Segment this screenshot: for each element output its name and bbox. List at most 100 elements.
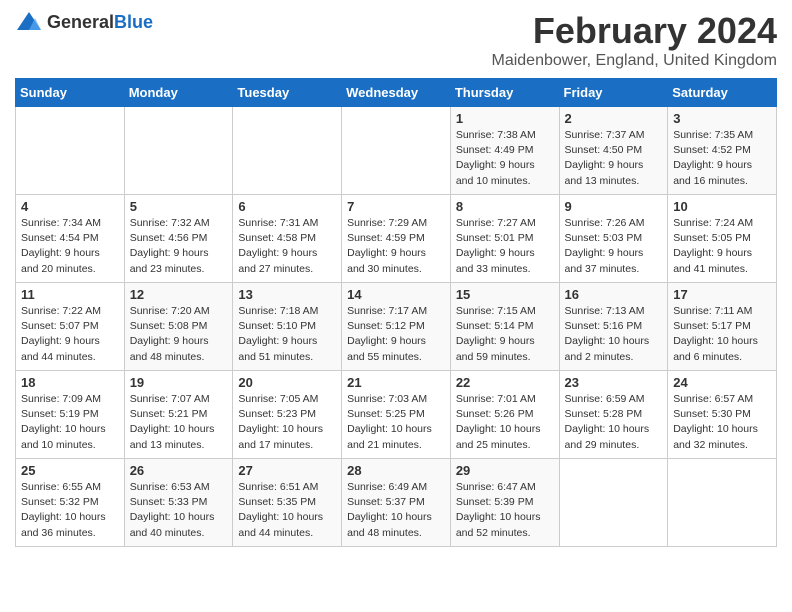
day-number: 24	[673, 375, 771, 390]
day-cell: 16 Sunrise: 7:13 AMSunset: 5:16 PMDayligh…	[559, 283, 668, 371]
day-info: Sunrise: 7:29 AMSunset: 4:59 PMDaylight:…	[347, 216, 445, 277]
day-number: 23	[565, 375, 663, 390]
week-row-1: 1 Sunrise: 7:38 AMSunset: 4:49 PMDaylight…	[16, 107, 777, 195]
day-cell: 25Sunrise: 6:55 AMSunset: 5:32 PMDayligh…	[16, 459, 125, 547]
day-cell: 9 Sunrise: 7:26 AMSunset: 5:03 PMDaylight…	[559, 195, 668, 283]
day-cell: 6 Sunrise: 7:31 AMSunset: 4:58 PMDaylight…	[233, 195, 342, 283]
day-cell: 29 Sunrise: 6:47 AMSunset: 5:39 PMDayligh…	[450, 459, 559, 547]
day-number: 6	[238, 199, 336, 214]
day-number: 18	[21, 375, 119, 390]
day-cell: 13 Sunrise: 7:18 AMSunset: 5:10 PMDayligh…	[233, 283, 342, 371]
week-row-2: 4Sunrise: 7:34 AMSunset: 4:54 PMDaylight…	[16, 195, 777, 283]
col-header-thursday: Thursday	[450, 79, 559, 107]
day-cell	[342, 107, 451, 195]
day-number: 13	[238, 287, 336, 302]
day-number: 7	[347, 199, 445, 214]
day-number: 16	[565, 287, 663, 302]
day-info: Sunrise: 7:11 AMSunset: 5:17 PMDaylight:…	[673, 304, 771, 365]
logo-icon	[15, 10, 43, 34]
day-number: 5	[130, 199, 228, 214]
day-number: 21	[347, 375, 445, 390]
day-cell: 23 Sunrise: 6:59 AMSunset: 5:28 PMDayligh…	[559, 371, 668, 459]
day-number: 17	[673, 287, 771, 302]
day-info: Sunrise: 6:57 AMSunset: 5:30 PMDaylight:…	[673, 392, 771, 453]
day-cell: 11 Sunrise: 7:22 AMSunset: 5:07 PMDayligh…	[16, 283, 125, 371]
day-info: Sunrise: 6:53 AMSunset: 5:33 PMDaylight:…	[130, 480, 228, 541]
day-cell: 5 Sunrise: 7:32 AMSunset: 4:56 PMDaylight…	[124, 195, 233, 283]
day-cell: 7 Sunrise: 7:29 AMSunset: 4:59 PMDaylight…	[342, 195, 451, 283]
day-cell: 8 Sunrise: 7:27 AMSunset: 5:01 PMDaylight…	[450, 195, 559, 283]
week-row-4: 18Sunrise: 7:09 AMSunset: 5:19 PMDayligh…	[16, 371, 777, 459]
day-number: 9	[565, 199, 663, 214]
day-cell: 15Sunrise: 7:15 AMSunset: 5:14 PMDayligh…	[450, 283, 559, 371]
day-cell: 27 Sunrise: 6:51 AMSunset: 5:35 PMDayligh…	[233, 459, 342, 547]
day-cell: 18Sunrise: 7:09 AMSunset: 5:19 PMDayligh…	[16, 371, 125, 459]
calendar-table: SundayMondayTuesdayWednesdayThursdayFrid…	[15, 78, 777, 547]
day-info: Sunrise: 7:31 AMSunset: 4:58 PMDaylight:…	[238, 216, 336, 277]
day-number: 28	[347, 463, 445, 478]
day-number: 12	[130, 287, 228, 302]
day-number: 29	[456, 463, 554, 478]
day-info: Sunrise: 7:07 AMSunset: 5:21 PMDaylight:…	[130, 392, 228, 453]
day-cell	[16, 107, 125, 195]
day-info: Sunrise: 7:38 AMSunset: 4:49 PMDaylight:…	[456, 128, 554, 189]
day-cell: 22 Sunrise: 7:01 AMSunset: 5:26 PMDayligh…	[450, 371, 559, 459]
day-number: 14	[347, 287, 445, 302]
title-area: February 2024 Maidenbower, England, Unit…	[491, 10, 777, 70]
day-cell: 1 Sunrise: 7:38 AMSunset: 4:49 PMDaylight…	[450, 107, 559, 195]
day-cell	[668, 459, 777, 547]
day-number: 15	[456, 287, 554, 302]
day-number: 8	[456, 199, 554, 214]
day-number: 10	[673, 199, 771, 214]
day-cell: 26 Sunrise: 6:53 AMSunset: 5:33 PMDayligh…	[124, 459, 233, 547]
day-info: Sunrise: 7:05 AMSunset: 5:23 PMDaylight:…	[238, 392, 336, 453]
day-cell: 24 Sunrise: 6:57 AMSunset: 5:30 PMDayligh…	[668, 371, 777, 459]
day-info: Sunrise: 7:22 AMSunset: 5:07 PMDaylight:…	[21, 304, 119, 365]
day-cell	[233, 107, 342, 195]
col-header-friday: Friday	[559, 79, 668, 107]
day-info: Sunrise: 7:01 AMSunset: 5:26 PMDaylight:…	[456, 392, 554, 453]
week-row-3: 11 Sunrise: 7:22 AMSunset: 5:07 PMDayligh…	[16, 283, 777, 371]
day-cell: 2Sunrise: 7:37 AMSunset: 4:50 PMDaylight…	[559, 107, 668, 195]
location-title: Maidenbower, England, United Kingdom	[491, 52, 777, 70]
col-header-monday: Monday	[124, 79, 233, 107]
day-cell: 4Sunrise: 7:34 AMSunset: 4:54 PMDaylight…	[16, 195, 125, 283]
day-cell: 28Sunrise: 6:49 AMSunset: 5:37 PMDayligh…	[342, 459, 451, 547]
col-header-sunday: Sunday	[16, 79, 125, 107]
day-number: 27	[238, 463, 336, 478]
day-info: Sunrise: 7:13 AMSunset: 5:16 PMDaylight:…	[565, 304, 663, 365]
day-info: Sunrise: 7:18 AMSunset: 5:10 PMDaylight:…	[238, 304, 336, 365]
day-cell: 19 Sunrise: 7:07 AMSunset: 5:21 PMDayligh…	[124, 371, 233, 459]
day-number: 25	[21, 463, 119, 478]
day-number: 20	[238, 375, 336, 390]
day-info: Sunrise: 7:34 AMSunset: 4:54 PMDaylight:…	[21, 216, 119, 277]
day-info: Sunrise: 7:20 AMSunset: 5:08 PMDaylight:…	[130, 304, 228, 365]
logo-text: GeneralBlue	[47, 12, 153, 33]
day-cell: 21Sunrise: 7:03 AMSunset: 5:25 PMDayligh…	[342, 371, 451, 459]
page-header: GeneralBlue February 2024 Maidenbower, E…	[15, 10, 777, 70]
day-cell: 20 Sunrise: 7:05 AMSunset: 5:23 PMDayligh…	[233, 371, 342, 459]
day-cell	[559, 459, 668, 547]
day-cell: 14 Sunrise: 7:17 AMSunset: 5:12 PMDayligh…	[342, 283, 451, 371]
col-header-wednesday: Wednesday	[342, 79, 451, 107]
day-info: Sunrise: 6:51 AMSunset: 5:35 PMDaylight:…	[238, 480, 336, 541]
day-number: 26	[130, 463, 228, 478]
logo: GeneralBlue	[15, 10, 153, 34]
month-title: February 2024	[491, 10, 777, 52]
day-info: Sunrise: 7:32 AMSunset: 4:56 PMDaylight:…	[130, 216, 228, 277]
day-number: 11	[21, 287, 119, 302]
day-cell: 10Sunrise: 7:24 AMSunset: 5:05 PMDayligh…	[668, 195, 777, 283]
day-number: 1	[456, 111, 554, 126]
day-info: Sunrise: 6:59 AMSunset: 5:28 PMDaylight:…	[565, 392, 663, 453]
day-info: Sunrise: 7:17 AMSunset: 5:12 PMDaylight:…	[347, 304, 445, 365]
day-info: Sunrise: 6:47 AMSunset: 5:39 PMDaylight:…	[456, 480, 554, 541]
day-info: Sunrise: 7:35 AMSunset: 4:52 PMDaylight:…	[673, 128, 771, 189]
day-info: Sunrise: 7:26 AMSunset: 5:03 PMDaylight:…	[565, 216, 663, 277]
day-info: Sunrise: 7:27 AMSunset: 5:01 PMDaylight:…	[456, 216, 554, 277]
day-number: 19	[130, 375, 228, 390]
col-header-tuesday: Tuesday	[233, 79, 342, 107]
day-number: 22	[456, 375, 554, 390]
day-cell: 12 Sunrise: 7:20 AMSunset: 5:08 PMDayligh…	[124, 283, 233, 371]
day-cell	[124, 107, 233, 195]
day-cell: 17 Sunrise: 7:11 AMSunset: 5:17 PMDayligh…	[668, 283, 777, 371]
